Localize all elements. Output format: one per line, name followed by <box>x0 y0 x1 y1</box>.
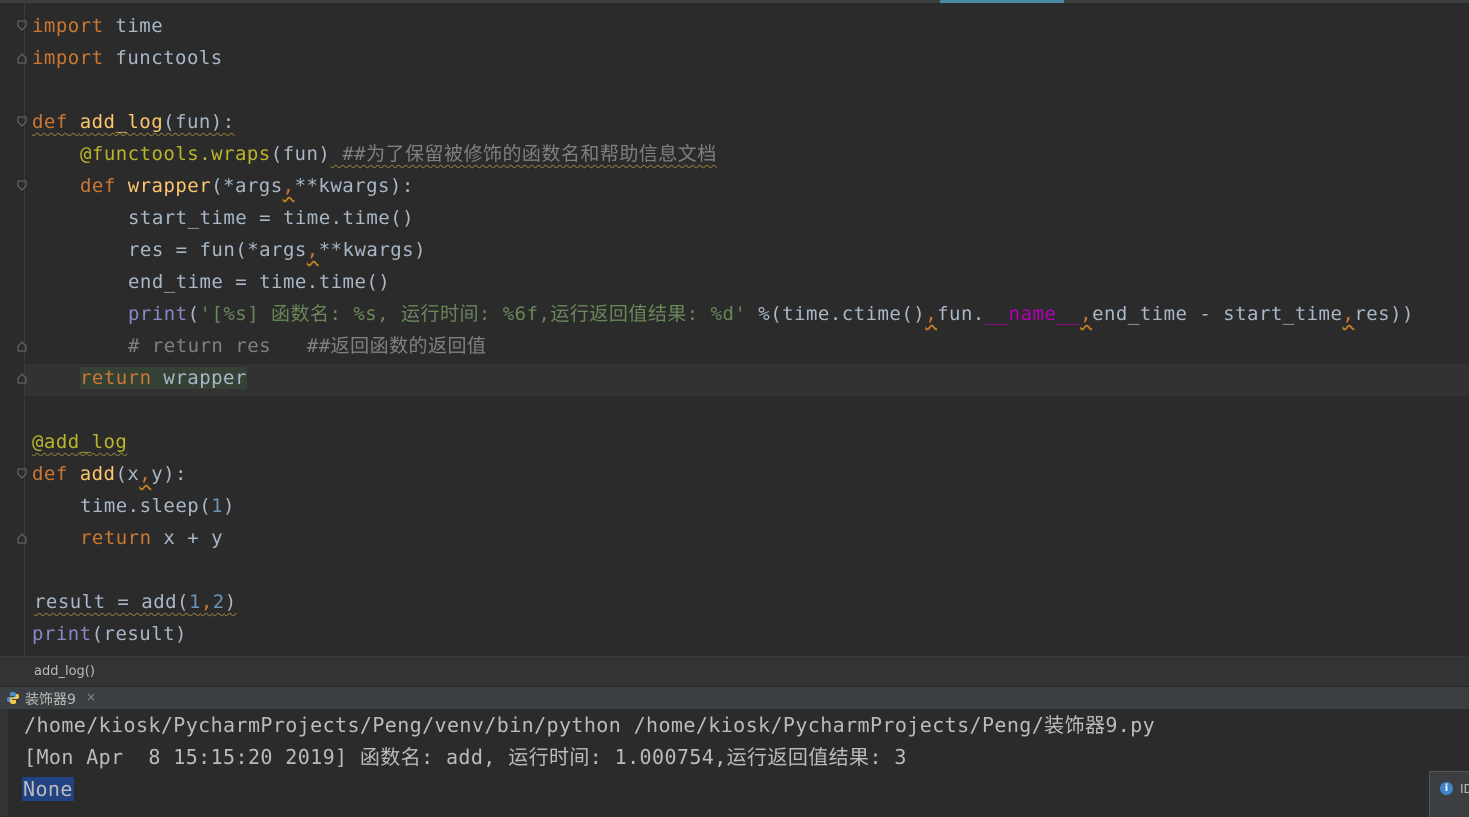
builtin-print: print <box>128 303 188 325</box>
code-text: end_time = time.time() <box>128 271 391 293</box>
gutter-separator <box>24 3 25 656</box>
fold-end-icon[interactable] <box>17 532 27 544</box>
comma-warning: , <box>306 239 319 261</box>
python-icon <box>6 691 20 705</box>
run-tab-label: 装饰器9 <box>25 692 76 708</box>
code-line-14: @add_log <box>32 426 127 458</box>
console-output-line: [Mon Apr 8 15:15:20 2019] 函数名: add, 运行时间… <box>24 745 907 769</box>
fold-end-icon[interactable] <box>17 340 27 352</box>
breadcrumb[interactable]: add_log() <box>0 656 1469 687</box>
comma-warning: , <box>1342 303 1355 325</box>
run-tool-window-tabs: 装饰器9 × <box>0 686 1469 709</box>
code-text: **kwargs): <box>294 175 414 197</box>
magic-attribute: __name__ <box>984 303 1081 325</box>
code-text: x + y <box>151 527 224 549</box>
comma-warning: , <box>925 303 938 325</box>
breadcrumb-item[interactable]: add_log() <box>34 664 95 679</box>
fold-start-icon[interactable] <box>17 468 27 480</box>
function-name: wrapper <box>127 175 212 197</box>
code-text: time.sleep( <box>80 495 212 517</box>
fold-start-icon[interactable] <box>17 116 27 128</box>
console-toolbar-strip <box>0 709 8 816</box>
keyword: return <box>80 367 152 389</box>
code-line-5: @functools.wraps(fun) ##为了保留被修饰的函数名和帮助信息… <box>80 138 717 170</box>
comma: , <box>200 591 213 613</box>
code-line-16: time.sleep(1) <box>80 490 235 522</box>
fold-end-icon[interactable] <box>17 372 27 384</box>
code-line-15: def add(x,y): <box>32 458 187 490</box>
fold-start-icon[interactable] <box>17 20 27 32</box>
keyword: import <box>32 15 104 37</box>
code-text: res)) <box>1354 303 1414 325</box>
keyword: return <box>80 527 152 549</box>
run-tab[interactable]: 装饰器9 × <box>0 687 102 709</box>
code-editor[interactable]: import time import functools def add_log… <box>0 3 1469 656</box>
code-text: time <box>103 15 164 37</box>
code-text: fun. <box>937 303 985 325</box>
number-literal: 1 <box>188 591 201 613</box>
keyword: def <box>32 111 68 133</box>
function-name: add_log <box>79 111 164 133</box>
code-line-12: return wrapper <box>80 362 247 394</box>
decorator: @functools.wraps <box>80 143 271 165</box>
code-line-4: def add_log(fun): <box>32 106 235 138</box>
code-line-6: def wrapper(*args,**kwargs): <box>80 170 414 202</box>
code-text: (result) <box>91 623 187 645</box>
code-text: result = add( <box>34 591 189 613</box>
code-text: functools <box>103 47 223 69</box>
code-text: ( <box>187 303 200 325</box>
function-name: add <box>79 463 116 485</box>
code-text: %( <box>746 303 783 325</box>
console-command-line: /home/kiosk/PycharmProjects/Peng/venv/bi… <box>24 713 1156 737</box>
selected-text: None <box>22 777 74 801</box>
code-line-1: import time <box>32 10 163 42</box>
code-text: start_time = time.time() <box>128 207 415 229</box>
fold-end-icon[interactable] <box>17 52 27 64</box>
fold-start-icon[interactable] <box>17 180 27 192</box>
code-line-10: print('[%s] 函数名: %s, 运行时间: %6f,运行返回值结果: … <box>128 298 1414 330</box>
comma-warning: , <box>282 175 295 197</box>
code-line-9: end_time = time.time() <box>128 266 390 298</box>
builtin-print: print <box>32 623 92 645</box>
comment: ##为了保留被修饰的函数名和帮助信息文档 <box>330 143 717 165</box>
code-line-8: res = fun(*args,**kwargs) <box>128 234 426 266</box>
comment: # return res ##返回函数的返回值 <box>128 335 487 357</box>
code-text: wrapper <box>151 367 247 389</box>
console-output-line: None <box>22 773 74 805</box>
keyword: import <box>32 47 104 69</box>
decorator: @add_log <box>32 431 128 453</box>
code-line-20: print(result) <box>32 618 187 650</box>
string-literal: '[%s] 函数名: %s, 运行时间: %6f,运行返回值结果: %d' <box>199 303 747 325</box>
number-literal: 1 <box>211 495 224 517</box>
code-text: (fun) <box>270 143 331 165</box>
notification-balloon[interactable]: i ID <box>1429 771 1469 817</box>
code-line-17: return x + y <box>80 522 223 554</box>
code-text: y): <box>151 463 187 485</box>
keyword: def <box>80 175 116 197</box>
keyword: def <box>32 463 68 485</box>
code-text: ) <box>224 591 237 613</box>
code-text: ) <box>223 495 235 517</box>
comma-warning: , <box>139 463 152 485</box>
code-text: **kwargs) <box>318 239 426 261</box>
close-icon[interactable]: × <box>86 690 96 704</box>
code-line-19: result = add(1,2) <box>34 586 237 618</box>
code-text: (*args <box>211 175 283 197</box>
code-text: (fun): <box>163 111 235 133</box>
number-literal: 2 <box>212 591 225 613</box>
comma-warning: , <box>1080 303 1093 325</box>
code-line-2: import functools <box>32 42 223 74</box>
notification-text: ID <box>1460 782 1469 796</box>
code-text: end_time - start_time <box>1092 303 1343 325</box>
info-icon: i <box>1440 782 1453 795</box>
code-text: (x <box>115 463 140 485</box>
code-line-7: start_time = time.time() <box>128 202 414 234</box>
code-text: res = fun(*args <box>128 239 307 261</box>
run-console[interactable]: /home/kiosk/PycharmProjects/Peng/venv/bi… <box>0 709 1469 816</box>
code-line-11: # return res ##返回函数的返回值 <box>128 330 486 362</box>
code-text: time.ctime() <box>782 303 926 325</box>
